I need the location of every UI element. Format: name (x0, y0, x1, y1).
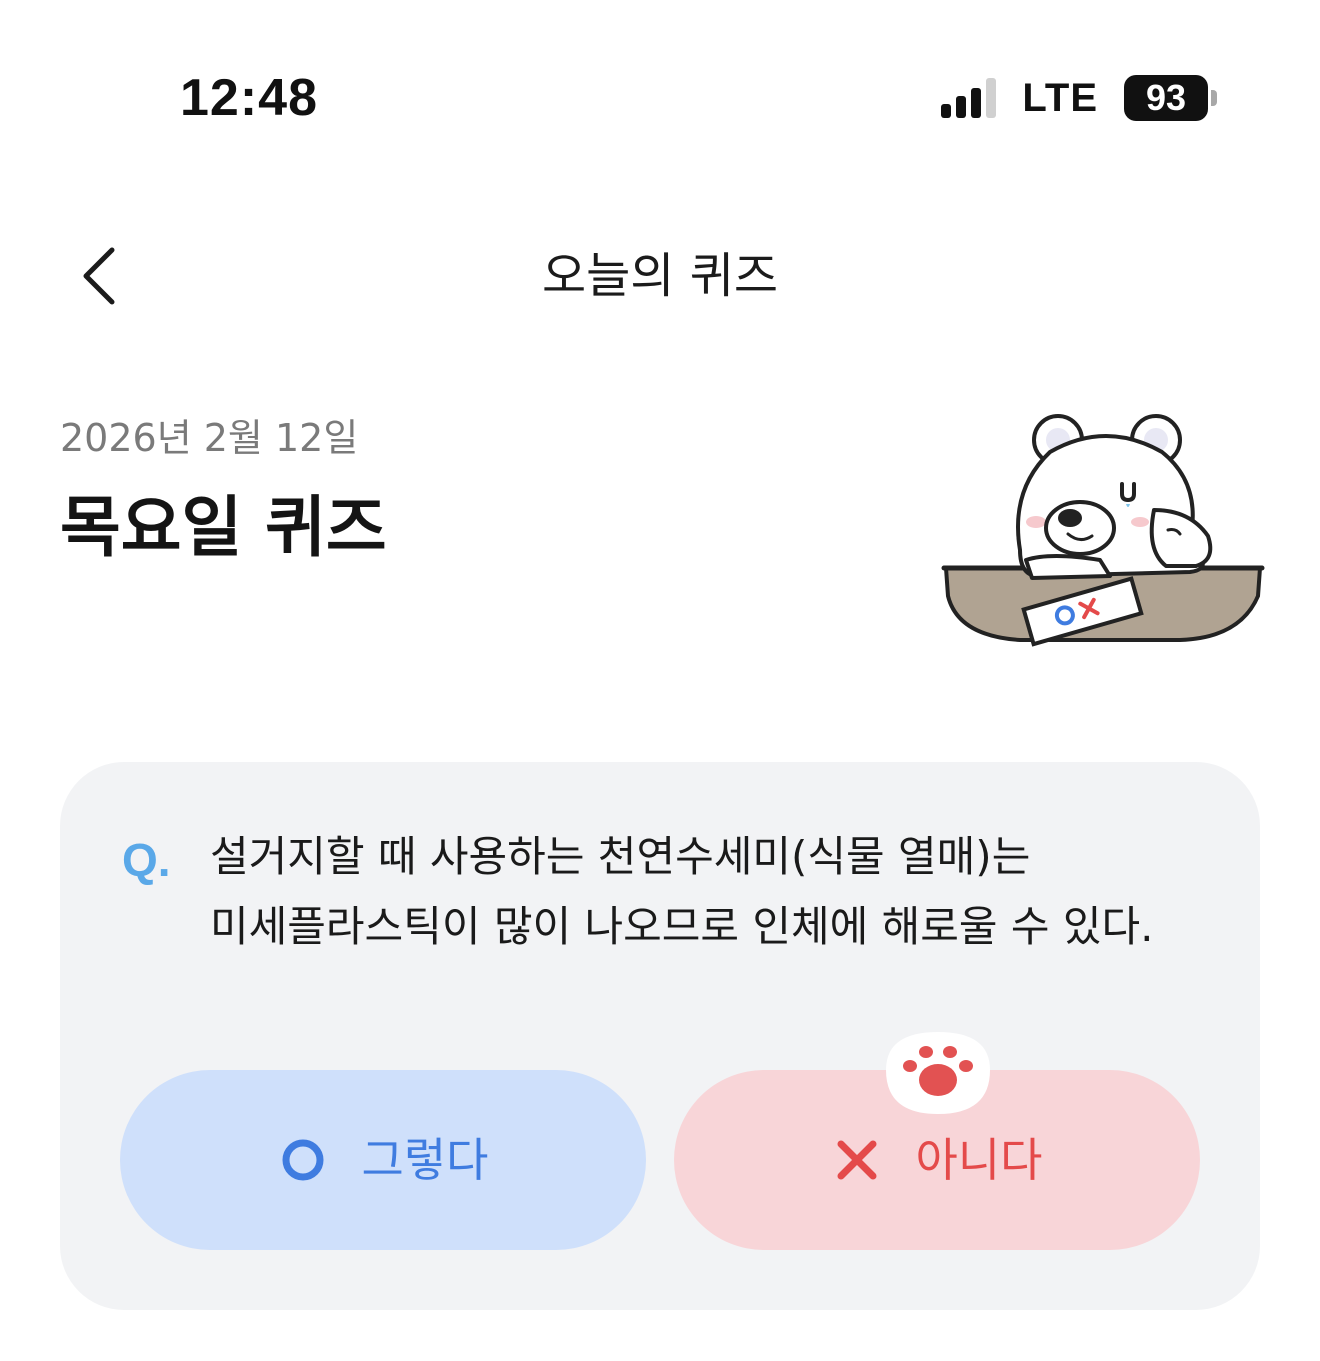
quiz-heading: 목요일 퀴즈 (60, 489, 387, 566)
battery-level: 93 (1145, 77, 1187, 118)
quiz-date: 2026년 2월 12일 (60, 416, 359, 460)
signal-strength-icon (941, 78, 997, 118)
answer-yes-button[interactable]: 그렇다 (120, 1070, 646, 1250)
question-text: 설거지할 때 사용하는 천연수세미(식물 열매)는 미세플라스틱이 많이 나오므… (210, 822, 1210, 962)
question-line: 미세플라스틱이 많이 나오므로 인체에 해로울 수 있다. (210, 902, 1154, 951)
polar-bear-illustration (941, 414, 1265, 647)
circle-o-icon (282, 1139, 324, 1181)
battery-icon: 93 (1124, 75, 1217, 121)
answer-no-label: 아니다 (915, 1133, 1043, 1187)
network-type: LTE (1022, 75, 1098, 120)
paw-icon (886, 1032, 990, 1114)
question-line: 설거지할 때 사용하는 천연수세미(식물 열매)는 (210, 832, 1031, 881)
status-time: 12:48 (180, 69, 318, 127)
question-label: Q. (122, 834, 171, 886)
answer-yes-label: 그렇다 (361, 1133, 489, 1187)
x-mark-icon (837, 1140, 877, 1180)
page-title: 오늘의 퀴즈 (541, 248, 779, 304)
status-indicators: LTE 93 (941, 72, 1217, 124)
